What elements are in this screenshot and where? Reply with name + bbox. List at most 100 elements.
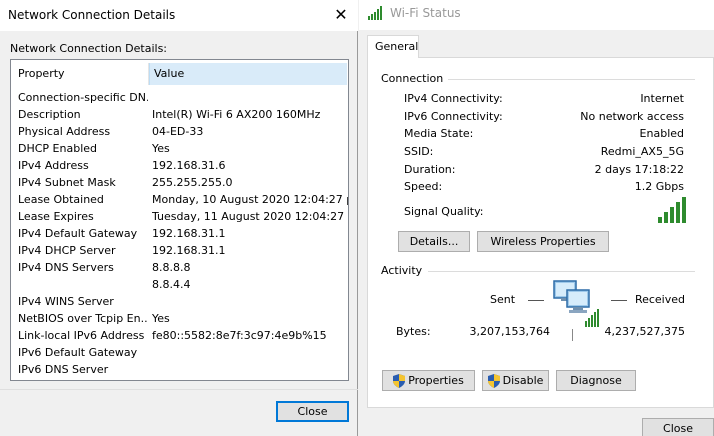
group-label: Network Connection Details: — [10, 42, 168, 55]
row-value: 8.8.4.4 — [152, 278, 191, 291]
network-connection-details-dialog: Network Connection Details ✕ Network Con… — [0, 0, 358, 436]
value-speed: 1.2 Gbps — [634, 180, 684, 193]
wireless-properties-button[interactable]: Wireless Properties — [477, 231, 609, 252]
bytes-separator — [572, 329, 573, 341]
section-title-connection: Connection — [381, 72, 448, 85]
table-row[interactable]: IPv4 DHCP Server 192.168.31.1 — [18, 242, 348, 259]
title-bar[interactable]: Network Connection Details ✕ — [0, 0, 358, 31]
label-signal-quality: Signal Quality: — [404, 205, 484, 218]
disable-button-label: Disable — [502, 374, 544, 387]
label-ipv4-connectivity: IPv4 Connectivity: — [404, 92, 503, 105]
value-ipv6-connectivity: No network access — [580, 110, 684, 123]
table-row[interactable]: IPv4 WINS Server — [18, 293, 348, 310]
label-ipv6-connectivity: IPv6 Connectivity: — [404, 110, 503, 123]
bytes-sent-value: 3,207,153,764 — [469, 325, 550, 338]
sent-dash — [528, 300, 544, 301]
row-value: 192.168.31.1 — [152, 227, 226, 240]
value-duration: 2 days 17:18:22 — [594, 163, 684, 176]
label-ssid: SSID: — [404, 145, 434, 158]
row-property: Physical Address — [18, 125, 111, 138]
table-row[interactable]: NetBIOS over Tcpip En... Yes — [18, 310, 348, 327]
row-property: Link-local IPv6 Address — [18, 329, 145, 342]
row-property: IPv4 Subnet Mask — [18, 176, 116, 189]
row-property: IPv4 Default Gateway — [18, 227, 138, 240]
divider — [0, 389, 358, 390]
wifi-status-dialog: Wi-Fi Status General Connection IPv4 Con… — [359, 0, 714, 436]
row-value: fe80::5582:8e7f:3c97:4e9b%15 — [152, 329, 327, 342]
row-value: 192.168.31.6 — [152, 159, 226, 172]
general-panel: Connection IPv4 Connectivity: Internet I… — [367, 57, 714, 408]
disable-button[interactable]: Disable — [482, 370, 549, 391]
network-computers-icon — [553, 280, 599, 327]
label-duration: Duration: — [404, 163, 456, 176]
row-value: 255.255.255.0 — [152, 176, 233, 189]
table-row[interactable]: Lease Obtained Monday, 10 August 2020 12:… — [18, 191, 348, 208]
signal-bar — [658, 217, 662, 223]
signal-quality-bars — [658, 197, 686, 223]
received-label: Received — [634, 293, 685, 306]
dialog-title: Wi-Fi Status — [390, 6, 461, 20]
table-row[interactable]: IPv4 Address 192.168.31.6 — [18, 157, 348, 174]
label-speed: Speed: — [404, 180, 443, 193]
table-row[interactable]: IPv4 Default Gateway 192.168.31.1 — [18, 225, 348, 242]
table-row[interactable]: IPv4 Subnet Mask 255.255.255.0 — [18, 174, 348, 191]
uac-shield-icon — [487, 373, 500, 388]
table-row[interactable]: IPv6 DNS Server — [18, 361, 348, 378]
row-value: 192.168.31.1 — [152, 244, 226, 257]
row-value: Yes — [152, 312, 170, 325]
title-bar[interactable]: Wi-Fi Status — [359, 0, 714, 30]
row-property: Connection-specific DN... — [18, 91, 148, 104]
row-property: IPv4 Address — [18, 159, 89, 172]
bytes-received-value: 4,237,527,375 — [604, 325, 685, 338]
row-value: 8.8.8.8 — [152, 261, 191, 274]
signal-bar — [682, 197, 686, 223]
row-property: IPv4 WINS Server — [18, 295, 114, 308]
table-row[interactable]: Description Intel(R) Wi-Fi 6 AX200 160MHz — [18, 106, 348, 123]
column-header-property[interactable]: Property — [13, 63, 149, 85]
close-icon[interactable]: ✕ — [330, 4, 352, 26]
row-value: Monday, 10 August 2020 12:04:27 pm — [152, 193, 348, 206]
value-media-state: Enabled — [639, 127, 684, 140]
table-row[interactable]: Connection-specific DN... — [18, 89, 348, 106]
table-row[interactable]: Physical Address 04-ED-33 — [18, 123, 348, 140]
table-row[interactable]: IPv6 Default Gateway — [18, 344, 348, 361]
row-property: IPv6 Default Gateway — [18, 346, 138, 359]
diagnose-button[interactable]: Diagnose — [556, 370, 636, 391]
section-title-activity: Activity — [381, 264, 427, 277]
signal-bar — [676, 202, 680, 223]
row-property: Lease Obtained — [18, 193, 104, 206]
table-row[interactable]: 8.8.4.4 — [18, 276, 348, 293]
dialog-title: Network Connection Details — [8, 8, 176, 22]
table-row[interactable]: Lease Expires Tuesday, 11 August 2020 12:… — [18, 208, 348, 225]
properties-button[interactable]: Properties — [382, 370, 475, 391]
properties-button-label: Properties — [408, 374, 464, 387]
table-row[interactable]: DHCP Enabled Yes — [18, 140, 348, 157]
signal-bar — [670, 207, 674, 223]
label-media-state: Media State: — [404, 127, 474, 140]
row-property: IPv4 DHCP Server — [18, 244, 116, 257]
uac-shield-icon — [393, 373, 406, 388]
details-button[interactable]: Details... — [398, 231, 470, 252]
table-row[interactable]: Link-local IPv6 Address fe80::5582:8e7f:3… — [18, 327, 348, 344]
row-property: Description — [18, 108, 81, 121]
row-property: DHCP Enabled — [18, 142, 98, 155]
close-button[interactable]: Close — [276, 401, 349, 422]
close-button[interactable]: Close — [642, 418, 714, 436]
sent-label: Sent — [490, 293, 516, 306]
row-property: IPv6 DNS Server — [18, 363, 109, 376]
section-divider — [428, 271, 695, 272]
row-value: Intel(R) Wi-Fi 6 AX200 160MHz — [152, 108, 321, 121]
details-list[interactable]: Property Value Connection-specific DN...… — [10, 59, 349, 381]
column-header-value[interactable]: Value — [149, 63, 347, 85]
section-divider — [448, 79, 695, 80]
received-dash — [611, 300, 627, 301]
row-property: NetBIOS over Tcpip En... — [18, 312, 148, 325]
value-ssid: Redmi_AX5_5G — [600, 145, 684, 158]
table-row[interactable]: IPv4 DNS Servers 8.8.8.8 — [18, 259, 348, 276]
list-header: Property Value — [13, 63, 347, 85]
row-value: 04-ED-33 — [152, 125, 204, 138]
row-value: Tuesday, 11 August 2020 12:04:27 am — [152, 210, 348, 223]
tab-general[interactable]: General — [367, 35, 419, 58]
signal-bar — [664, 212, 668, 223]
row-value: Yes — [152, 142, 170, 155]
